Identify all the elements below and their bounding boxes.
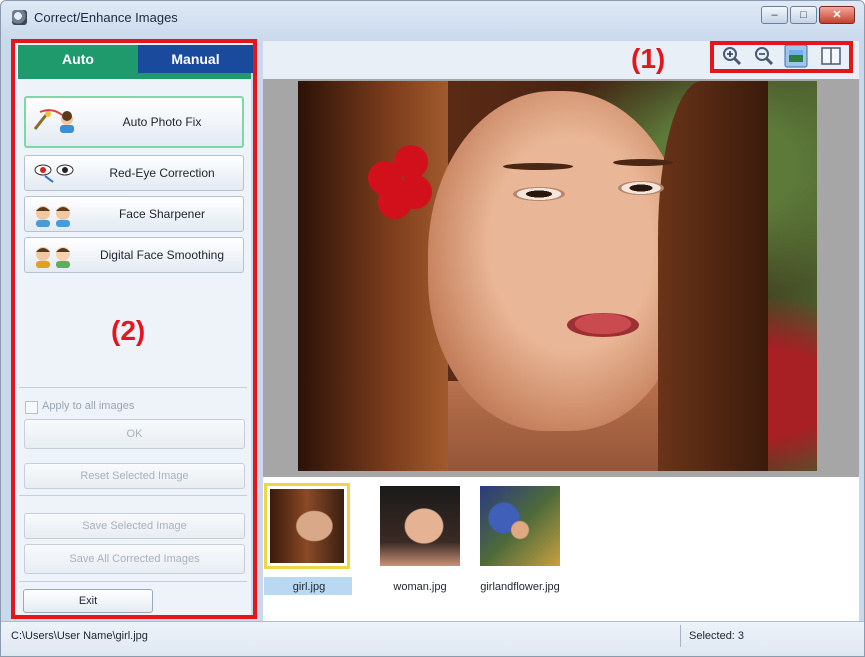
callout-box-toolbar (710, 41, 853, 73)
minimize-icon: – (771, 9, 778, 21)
status-file-path: C:\Users\User Name\girl.jpg (11, 630, 148, 642)
minimize-button[interactable]: – (761, 6, 788, 24)
window-title: Correct/Enhance Images (34, 10, 178, 25)
flower (368, 141, 438, 221)
thumbnail-label: girlandflower.jpg (480, 581, 560, 593)
thumbnail-girl[interactable] (264, 483, 350, 569)
callout-label-toolbar: (1) (631, 43, 666, 74)
maximize-button[interactable]: □ (790, 6, 817, 24)
maximize-icon: □ (800, 9, 807, 21)
thumbnail-label: girl.jpg (292, 581, 326, 593)
close-icon: ✕ (832, 9, 842, 21)
title-bar: Correct/Enhance Images – □ ✕ (1, 1, 864, 35)
preview-image[interactable] (298, 81, 817, 471)
app-icon (12, 10, 27, 25)
callout-label-panel: (2) (111, 315, 146, 346)
close-button[interactable]: ✕ (819, 6, 855, 24)
correct-enhance-window: Correct/Enhance Images – □ ✕ Auto Manual… (0, 0, 865, 657)
status-bar: C:\Users\User Name\girl.jpg Selected: 3 (1, 621, 864, 656)
thumbnail-label: woman.jpg (393, 581, 447, 593)
thumbnail-woman[interactable] (377, 483, 463, 569)
status-selected-count: Selected: 3 (689, 630, 745, 642)
thumbnail-girlandflower[interactable] (477, 483, 563, 569)
